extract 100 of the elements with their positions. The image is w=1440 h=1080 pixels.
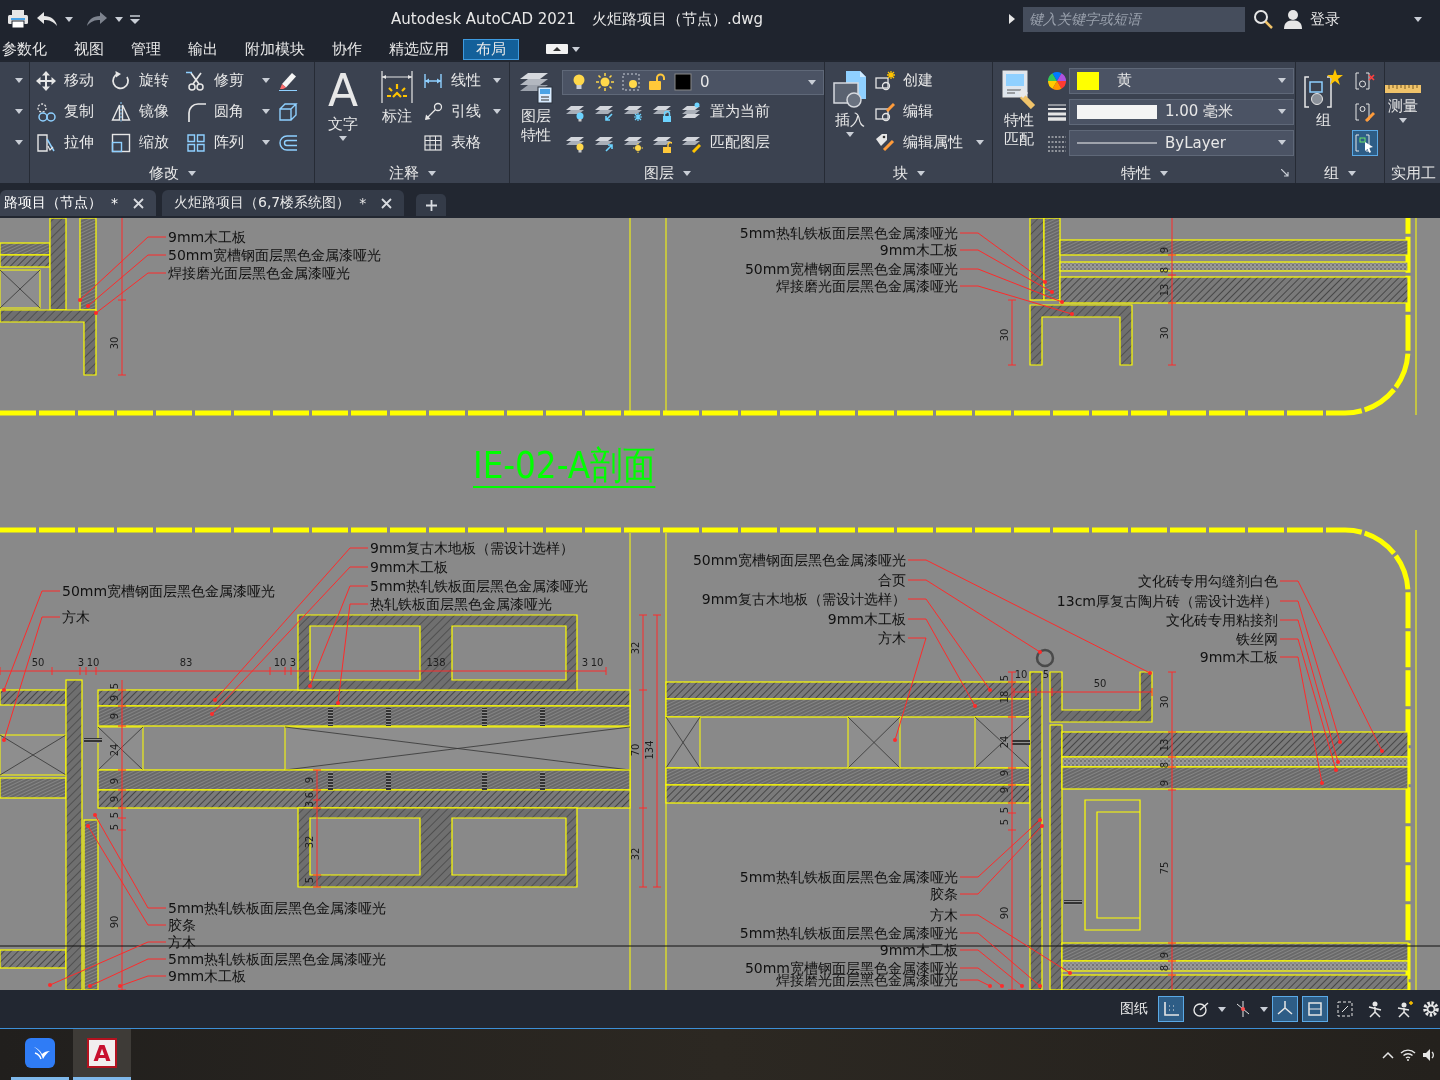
caret-icon[interactable] [15,140,23,145]
ribbon-tool-button[interactable]: 拉伸 [36,129,111,156]
caret-icon[interactable] [1159,170,1168,176]
ribbon-tab[interactable]: 附加模块 [232,38,318,60]
ribbon-tool-button[interactable]: 移动 [36,67,111,94]
ribbon-tool-button[interactable]: 线性 [423,67,509,94]
ribbon-tab[interactable]: 输出 [175,38,231,60]
bracket-pencil-icon[interactable] [1355,101,1375,122]
caret-icon[interactable] [15,78,23,83]
caret-icon[interactable] [15,109,23,114]
caret-icon[interactable] [65,16,73,22]
sign-in-button[interactable]: 登录 [1310,9,1340,29]
caret-icon[interactable] [115,16,123,22]
ribbon-tool-button[interactable]: 编辑 [875,98,992,125]
customize-icon[interactable] [130,14,140,24]
printer-icon[interactable] [7,9,29,29]
parallel-arcs-icon[interactable] [278,132,298,153]
caret-icon[interactable] [1278,140,1286,145]
caret-icon[interactable] [846,132,854,137]
document-tab[interactable]: 火炬路项目（6,7楼系统图） * [162,190,405,216]
taskbar-app-button[interactable]: A [73,1029,131,1080]
ribbon-tab[interactable]: 管理 [118,38,174,60]
caret-icon[interactable] [262,109,270,114]
caret-icon[interactable] [1399,118,1407,123]
bracket-cross-icon[interactable] [1355,70,1375,91]
status-toggle-button[interactable] [1158,996,1184,1022]
panel-title-button[interactable]: 修改 [148,163,196,183]
new-tab-button[interactable] [416,194,447,216]
user-icon[interactable] [1284,9,1302,29]
ribbon-tab[interactable]: 精选应用 [376,38,462,60]
cube-icon[interactable] [278,101,298,122]
dialog-launcher-icon[interactable] [1281,169,1289,177]
ribbon-tool-button[interactable]: 创建 [875,67,992,94]
lineweight-dropdown[interactable]: 1.00 毫米 [1069,98,1294,125]
caret-icon[interactable] [1278,109,1286,114]
panel-title-button[interactable]: 注释 [388,163,436,183]
caret-icon[interactable] [1260,1006,1268,1012]
close-icon[interactable] [381,197,393,209]
ribbon-tab[interactable]: 协作 [319,38,375,60]
document-tab[interactable]: 路项目（节点） * [0,190,156,216]
ribbon-tool-button[interactable]: 置为当前 [710,98,770,125]
caret-icon[interactable] [427,170,436,176]
paper-space-button[interactable]: 图纸 [1114,1000,1154,1018]
chevron-up-icon[interactable] [1382,1050,1394,1059]
panel-title-button[interactable]: 块 [892,163,925,183]
ribbon-large-button[interactable]: 测量 [1385,79,1421,123]
ribbon-tab[interactable]: 参数化 [0,38,60,60]
caret-icon[interactable] [339,136,347,141]
ribbon-tool-button[interactable]: 匹配图层 [710,129,770,156]
caret-icon[interactable] [808,79,816,85]
ribbon-tool-button[interactable]: 缩放 [111,129,186,156]
undo-icon[interactable] [36,11,58,27]
ribbon-large-button[interactable]: 图层特性 [510,65,562,158]
caret-icon[interactable] [976,140,984,145]
ribbon-tool-button[interactable]: 镜像 [111,98,186,125]
color-wheel-icon[interactable] [1047,70,1067,91]
panel-title-button[interactable]: 组 [1324,163,1356,183]
linetype-dropdown[interactable]: ByLayer [1069,129,1294,156]
caret-icon[interactable] [493,78,501,83]
ribbon-tool-button[interactable]: 表格 [423,129,509,156]
search-field[interactable]: 键入关键字或短语 [1023,6,1245,32]
group-select-toggle[interactable] [1352,129,1378,156]
settings-icon[interactable] [1422,1000,1440,1018]
caret-icon[interactable] [1278,78,1286,83]
speaker-icon[interactable] [1422,1047,1436,1062]
line-weights-icon[interactable] [1047,101,1067,122]
ribbon-toggle-icon[interactable] [546,44,568,54]
ribbon-large-button[interactable]: 组 [1296,65,1350,158]
ribbon-tool-button[interactable]: 引线 [423,98,509,125]
caret-icon[interactable] [187,170,196,176]
ribbon-tool-button[interactable]: 修剪 [186,67,278,94]
caret-icon[interactable] [1414,16,1422,22]
ribbon-tool-button[interactable]: 旋转 [111,67,186,94]
ribbon-tab[interactable]: 视图 [61,38,117,60]
caret-icon[interactable] [682,170,691,176]
status-toggle-button[interactable] [1302,996,1328,1022]
ribbon-tool-button[interactable]: 阵列 [186,129,278,156]
pencil-icon[interactable] [278,70,298,91]
layer-dropdown[interactable]: 0 [562,69,824,95]
ribbon-tool-button[interactable]: 编辑属性 [875,129,992,156]
ribbon-large-button[interactable]: 标注 [371,65,423,158]
ribbon-tab[interactable]: 布局 [463,38,519,60]
close-icon[interactable] [133,197,144,209]
drawing-canvas[interactable] [0,218,1440,990]
ribbon-large-button[interactable]: 特性匹配 [993,65,1045,158]
ribbon-tool-button[interactable]: 复制 [36,98,111,125]
wifi-icon[interactable] [1400,1048,1416,1061]
search-icon[interactable] [1253,9,1273,29]
caret-icon[interactable] [493,109,501,114]
caret-icon[interactable] [262,78,270,83]
panel-title-button[interactable]: 图层 [643,163,691,183]
status-toggle-button[interactable] [1272,996,1298,1022]
caret-icon[interactable] [1218,1006,1226,1012]
ribbon-large-button[interactable]: 插入 [825,65,875,158]
caret-icon[interactable] [1348,170,1356,176]
caret-icon[interactable] [572,46,580,52]
ribbon-tool-button[interactable]: 圆角 [186,98,278,125]
caret-icon[interactable] [916,170,925,176]
panel-title-button[interactable]: 特性 [1120,163,1168,183]
color-dropdown[interactable]: 黄 [1069,67,1294,94]
